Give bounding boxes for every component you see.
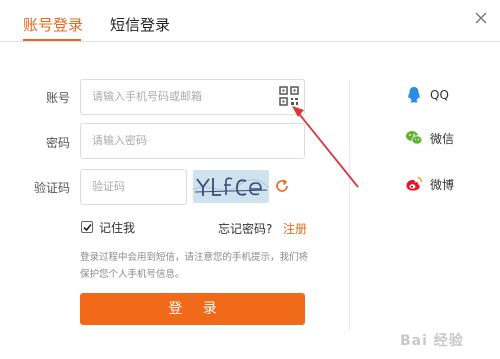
register-link[interactable]: 注册 [283,220,307,237]
watermark-logo: Bai 经验 [400,333,464,349]
sms-notice-text: 登录过程中会用到短信，请注意您的手机提示，我们将保护您个人手机号信息。 [80,252,309,280]
qq-login[interactable]: QQ [405,85,449,105]
forgot-password-link[interactable]: 忘记密码? [218,220,272,237]
remember-me-label[interactable]: 记住我 [99,219,135,236]
wechat-login[interactable]: 微信 [405,128,454,148]
qr-code-icon[interactable] [279,86,299,106]
close-icon[interactable] [471,8,491,28]
captcha-input[interactable]: 验证码 [80,169,187,205]
remember-me-checkbox[interactable] [81,221,93,233]
refresh-icon[interactable] [274,178,290,194]
wechat-icon [405,129,423,147]
password-label: 密码 [45,136,70,150]
weibo-login[interactable]: 微博 [405,174,454,194]
account-input[interactable]: 请输入手机号码或邮箱 [80,79,305,115]
weibo-icon [405,175,423,193]
password-input[interactable]: 请输入密码 [80,123,305,159]
captcha-image[interactable] [193,170,269,203]
login-button[interactable]: 登 录 [80,293,305,325]
account-label: 账号 [45,91,70,105]
tab-sms-login[interactable]: 短信登录 [110,14,170,35]
tab-account-login[interactable]: 账号登录 [23,14,83,35]
weibo-label: 微博 [430,177,455,192]
header-divider [0,41,500,42]
vertical-divider [349,80,350,330]
qq-icon [405,86,423,104]
captcha-label: 验证码 [33,181,70,195]
wechat-label: 微信 [430,131,455,146]
qq-label: QQ [430,88,449,102]
